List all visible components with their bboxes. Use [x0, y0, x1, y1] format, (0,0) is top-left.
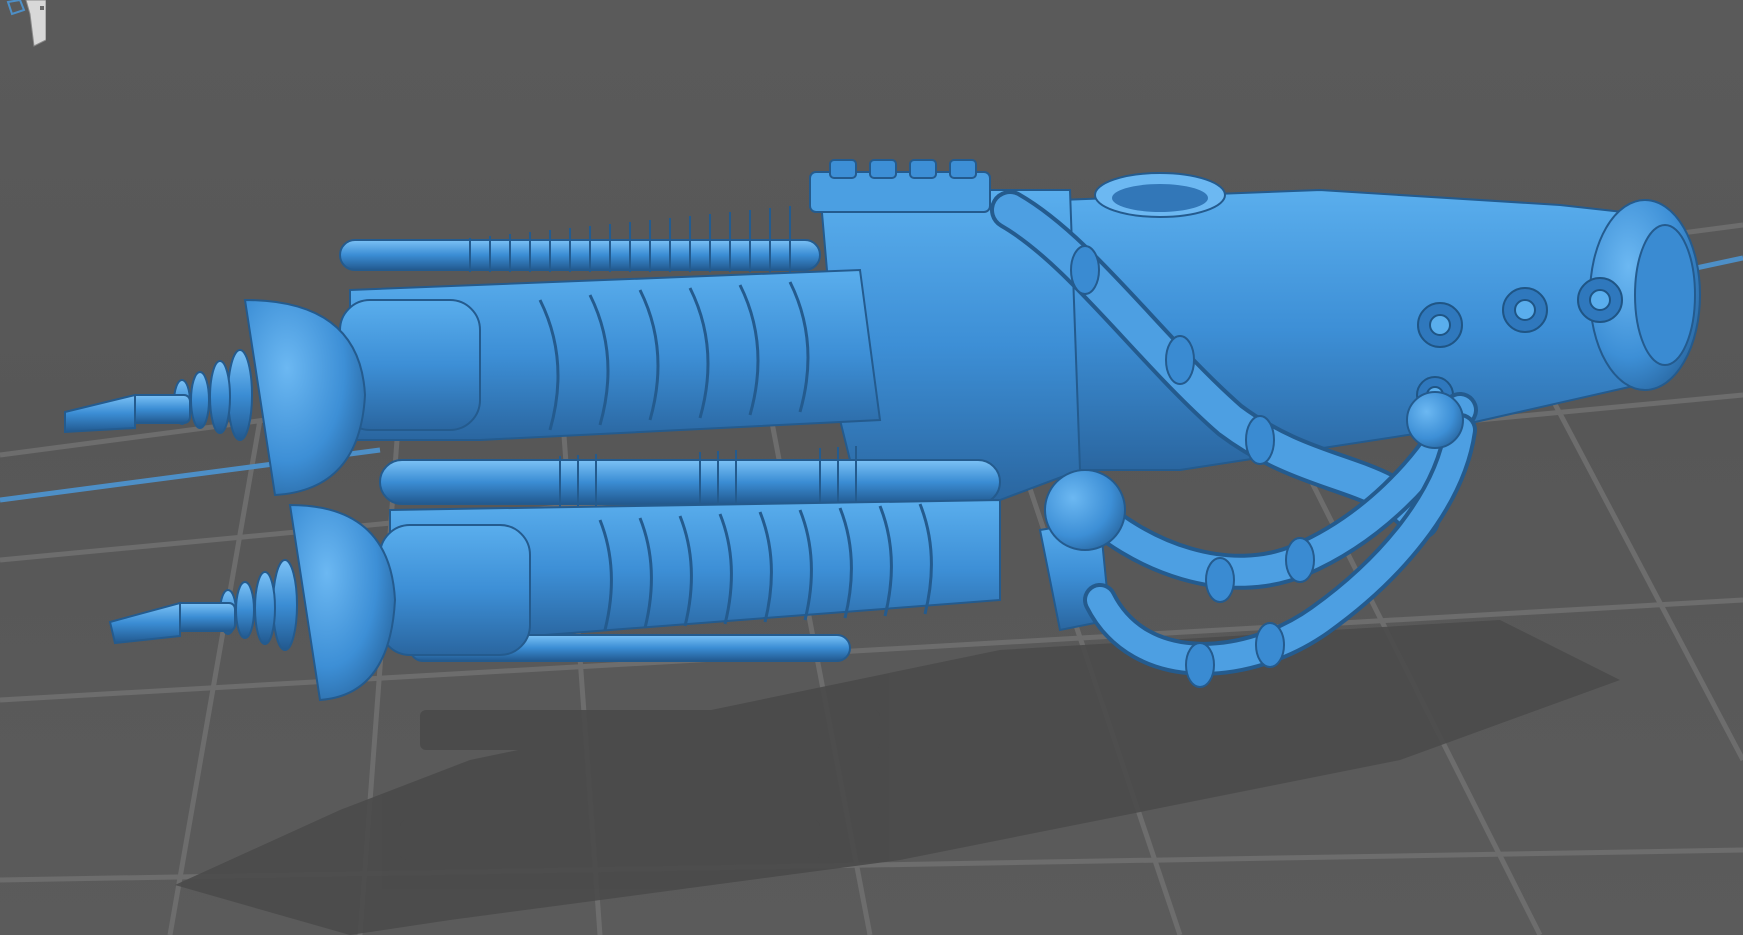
lower-nozzle	[108, 559, 298, 651]
lower-emitter-collar	[379, 524, 531, 656]
3d-viewport[interactable]	[0, 0, 1743, 935]
viewport-canvas[interactable]	[0, 0, 1743, 935]
view-cube-icon[interactable]	[0, 0, 46, 48]
middle-coil-rod	[379, 459, 1001, 505]
cable-socket	[1044, 469, 1126, 551]
upper-nozzle	[64, 349, 253, 441]
upper-coil-rod	[339, 239, 821, 271]
model-shadow	[175, 620, 1620, 935]
